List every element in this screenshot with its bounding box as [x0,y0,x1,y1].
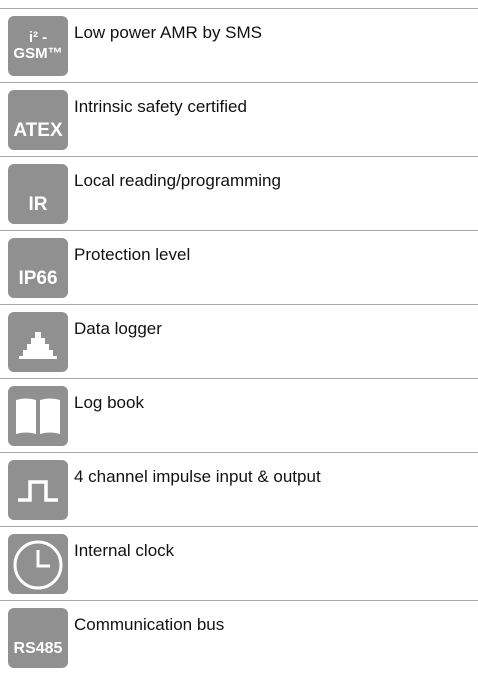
ir-badge-icon: IR [8,164,68,224]
feature-label: 4 channel impulse input & output [74,467,321,486]
feature-row-ip66: IP66 Protection level [0,233,478,307]
feature-row-atex: ATEX Intrinsic safety certified [0,85,478,159]
divider [0,378,478,379]
feature-row-ir: IR Local reading/programming [0,159,478,233]
feature-label: Communication bus [74,615,225,634]
rs485-badge-icon: RS485 [8,608,68,668]
data-logger-icon [8,312,68,372]
feature-label: Log book [74,393,144,412]
feature-label: Internal clock [74,541,175,560]
i2-gsm-badge-icon: i² - GSM™ [8,16,68,76]
feature-row-amr-sms: i² - GSM™ Low power AMR by SMS [0,11,478,85]
feature-row-log-book: Log book [0,381,478,455]
feature-row-rs485: RS485 Communication bus [0,603,478,677]
feature-label: Intrinsic safety certified [74,97,247,116]
feature-row-impulse-io: 4 channel impulse input & output [0,455,478,529]
impulse-signal-icon [8,460,68,520]
atex-badge-icon: ATEX [8,90,68,150]
divider [0,304,478,305]
feature-label: Local reading/programming [74,171,281,190]
feature-label: Low power AMR by SMS [74,23,263,42]
badge-line-1: i² - [28,28,48,46]
divider [0,452,478,453]
feature-label: Protection level [74,245,191,264]
divider [0,230,478,231]
feature-label: Data logger [74,319,162,338]
divider [0,156,478,157]
divider [0,600,478,601]
feature-row-data-logger: Data logger [0,307,478,381]
ip66-badge-icon: IP66 [8,238,68,298]
divider [0,82,478,83]
clock-icon [8,534,68,594]
divider [0,526,478,527]
divider [0,8,478,9]
badge-line-2: GSM™ [13,45,63,62]
log-book-icon [8,386,68,446]
feature-row-internal-clock: Internal clock [0,529,478,603]
